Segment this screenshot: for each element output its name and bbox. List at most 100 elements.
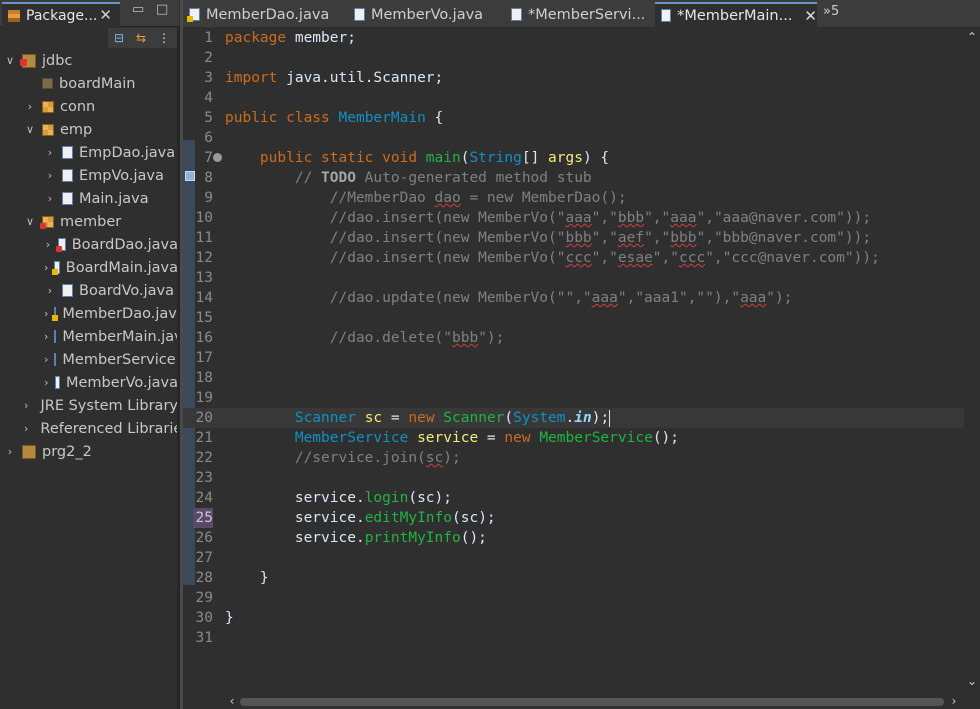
line-number: 28 — [195, 570, 213, 586]
chevron-right-icon[interactable]: › — [24, 422, 28, 435]
tree-item[interactable]: ∨ jdbc — [0, 49, 178, 72]
chevron-down-icon[interactable]: ∨ — [24, 123, 36, 136]
chevron-right-icon[interactable]: › — [44, 284, 56, 297]
tree-item[interactable]: › conn — [0, 95, 178, 118]
tree-item[interactable]: › MemberMain.java — [0, 325, 178, 348]
tree-item[interactable]: boardMain — [0, 72, 178, 95]
tree-item[interactable]: › EmpVo.java — [0, 164, 178, 187]
chevron-right-icon[interactable]: › — [44, 169, 56, 182]
chevron-right-icon[interactable]: › — [44, 330, 48, 343]
code-line[interactable]: 27 — [183, 548, 965, 568]
tree-item[interactable]: ∨ member — [0, 210, 178, 233]
minimize-icon[interactable]: ▭ — [132, 2, 144, 17]
code-line[interactable]: 24 service.login(sc); — [183, 488, 965, 508]
tab-membermain[interactable]: *MemberMain... ✕ — [655, 2, 817, 27]
chevron-right-icon[interactable]: › — [4, 445, 16, 458]
horizontal-scrollbar[interactable]: ‹ › — [222, 693, 964, 709]
code-line[interactable]: 18 — [183, 368, 965, 388]
code-line[interactable]: 19 — [183, 388, 965, 408]
chevron-right-icon[interactable]: › — [44, 307, 48, 320]
code-line[interactable]: 6 — [183, 128, 965, 148]
chevron-right-icon[interactable]: › — [44, 376, 49, 389]
tab-memberservice[interactable]: *MemberServi... — [505, 2, 655, 27]
code-line[interactable]: 15 — [183, 308, 965, 328]
code-line[interactable]: 4 — [183, 88, 965, 108]
code-token: ); — [591, 410, 610, 426]
tree-item[interactable]: › BoardVo.java — [0, 279, 178, 302]
tree-item-label: conn — [60, 98, 96, 115]
code-line[interactable]: 8 // TODO Auto-generated method stub — [183, 168, 965, 188]
code-line[interactable]: 2 — [183, 48, 965, 68]
code-line[interactable]: 7 public static void main(String[] args)… — [183, 148, 965, 168]
code-line[interactable]: 10 //dao.insert(new MemberVo("aaa","bbb"… — [183, 208, 965, 228]
chevron-right-icon[interactable]: › — [44, 192, 56, 205]
code-text: package member; — [225, 28, 356, 48]
code-line[interactable]: 16 //dao.delete("bbb"); — [183, 328, 965, 348]
code-text: // TODO Auto-generated method stub — [225, 168, 592, 188]
code-line[interactable]: 13 — [183, 268, 965, 288]
tab-memberdao[interactable]: MemberDao.java — [183, 2, 348, 27]
chevron-down-icon[interactable]: ∨ — [24, 215, 36, 228]
scroll-up-icon[interactable]: ⌃ — [964, 29, 980, 45]
tree-item[interactable]: › EmpDao.java — [0, 141, 178, 164]
view-menu-icon[interactable]: ⋮ — [156, 30, 172, 46]
code-line[interactable]: 17 — [183, 348, 965, 368]
package-explorer-tab[interactable]: Package... ✕ — [2, 2, 120, 27]
code-line[interactable]: 20 Scanner sc = new Scanner(System.in); — [183, 408, 965, 428]
code-token: bbb — [670, 230, 697, 246]
code-line[interactable]: 12 //dao.insert(new MemberVo("ccc","esae… — [183, 248, 965, 268]
code-line[interactable]: 31 — [183, 628, 965, 648]
line-number: 8 — [204, 170, 213, 186]
chevron-right-icon[interactable]: › — [24, 100, 36, 113]
chevron-right-icon[interactable]: › — [24, 399, 28, 412]
fold-toggle-icon[interactable] — [213, 153, 222, 162]
tree-item[interactable]: › Referenced Libraries — [0, 417, 178, 440]
chevron-right-icon[interactable]: › — [44, 353, 48, 366]
code-line[interactable]: 23 — [183, 468, 965, 488]
chevron-right-icon[interactable]: › — [44, 146, 56, 159]
tab-overflow-button[interactable]: »5 — [823, 4, 839, 19]
maximize-icon[interactable]: □ — [156, 2, 168, 17]
code-line[interactable]: 30} — [183, 608, 965, 628]
code-line[interactable]: 26 service.printMyInfo(); — [183, 528, 965, 548]
chevron-down-icon[interactable]: ∨ — [4, 54, 16, 67]
code-line[interactable]: 29 — [183, 588, 965, 608]
scroll-down-icon[interactable]: ⌄ — [964, 673, 980, 689]
tree-item[interactable]: › Main.java — [0, 187, 178, 210]
close-view-icon[interactable]: ✕ — [99, 6, 112, 24]
code-line[interactable]: 21 MemberService service = new MemberSer… — [183, 428, 965, 448]
tree-item[interactable]: › MemberDao.java — [0, 302, 178, 325]
chevron-right-icon[interactable]: › — [44, 238, 52, 251]
line-number: 27 — [195, 550, 213, 566]
code-token: args — [548, 150, 583, 166]
code-line[interactable]: 3 import java.util.Scanner; — [183, 68, 965, 88]
code-editor[interactable]: 1 package member; 2 3 import java.util.Scann… — [183, 27, 980, 693]
code-line[interactable]: 1 package member; — [183, 28, 965, 48]
code-line[interactable]: 14 //dao.update(new MemberVo("","aaa","a… — [183, 288, 965, 308]
tree-item[interactable]: › BoardMain.java — [0, 256, 178, 279]
scroll-left-icon[interactable]: ‹ — [224, 693, 240, 709]
collapse-all-icon[interactable]: ⊟ — [111, 30, 127, 46]
scroll-right-icon[interactable]: › — [946, 693, 962, 709]
vertical-scrollbar[interactable]: ⌃ ⌄ — [964, 27, 980, 693]
tree-item[interactable]: ∨ emp — [0, 118, 178, 141]
link-with-editor-icon[interactable]: ⇆ — [133, 30, 149, 46]
tree-item[interactable]: › BoardDao.java — [0, 233, 178, 256]
close-tab-icon[interactable]: ✕ — [804, 7, 817, 25]
code-line[interactable]: 25 service.editMyInfo(sc); — [183, 508, 965, 528]
tree-item[interactable]: › MemberVo.java — [0, 371, 178, 394]
tree-item[interactable]: › MemberService.java — [0, 348, 178, 371]
code-line[interactable]: 9 //MemberDao dao = new MemberDao(); — [183, 188, 965, 208]
tree-item[interactable]: › prg2_2 — [0, 440, 178, 463]
code-line[interactable]: 22 //service.join(sc); — [183, 448, 965, 468]
code-token: ","aaa1","")," — [617, 290, 741, 306]
tab-membervo[interactable]: MemberVo.java — [348, 2, 505, 27]
code-line[interactable]: 11 //dao.insert(new MemberVo("bbb","aef"… — [183, 228, 965, 248]
code-token: aef — [617, 230, 645, 246]
code-line[interactable]: 5 public class MemberMain { — [183, 108, 965, 128]
java-file-warning-icon — [52, 307, 59, 321]
code-line[interactable]: 28 } — [183, 568, 965, 588]
horizontal-scroll-thumb[interactable] — [240, 698, 944, 706]
tree-item[interactable]: › JRE System Library — [0, 394, 178, 417]
chevron-right-icon[interactable]: › — [44, 261, 48, 274]
